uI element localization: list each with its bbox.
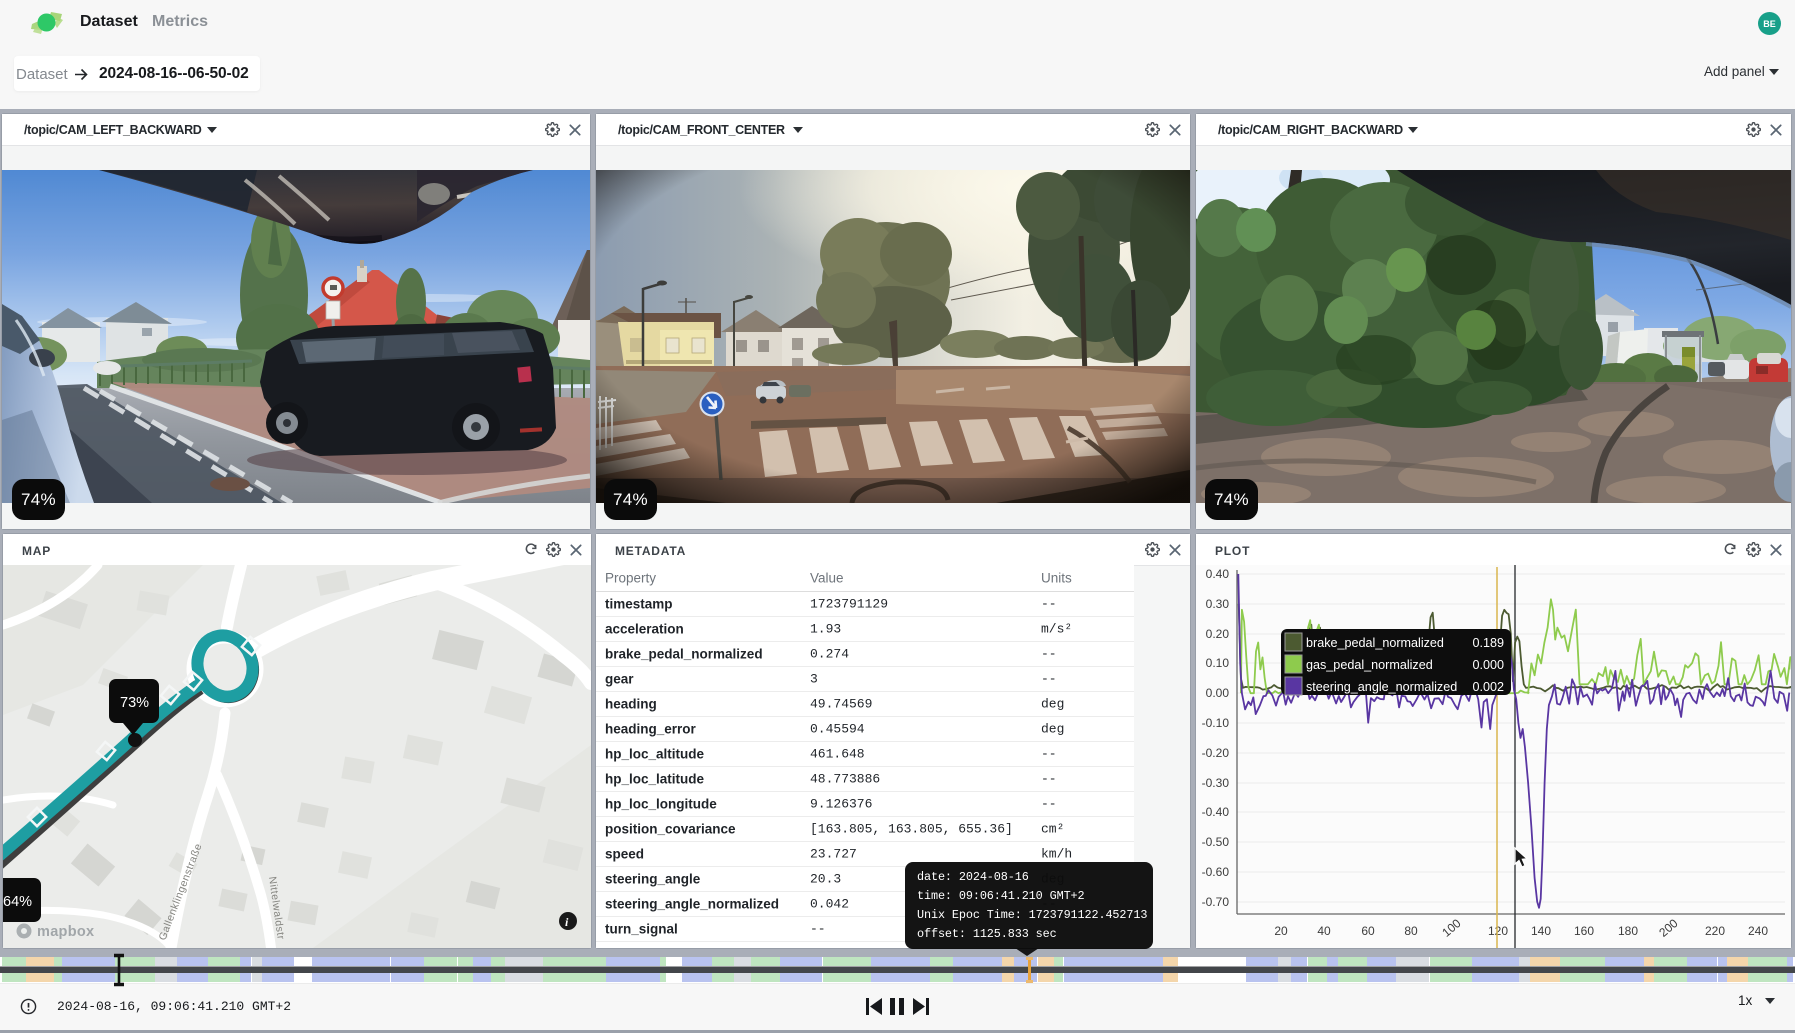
svg-text:0.40: 0.40 (1206, 567, 1230, 581)
svg-text:mapbox: mapbox (37, 924, 94, 940)
svg-text:0.00: 0.00 (1206, 686, 1230, 700)
svg-text:-0.40: -0.40 (1202, 805, 1230, 819)
svg-text:-0.30: -0.30 (1202, 776, 1230, 790)
svg-text:-0.10: -0.10 (1202, 716, 1230, 730)
svg-text:0.20: 0.20 (1206, 627, 1230, 641)
svg-text:160: 160 (1574, 924, 1594, 938)
svg-text:gas_pedal_normalized: gas_pedal_normalized (1306, 658, 1433, 672)
svg-text:steering_angle_normalized: steering_angle_normalized (1306, 680, 1457, 694)
svg-text:brake_pedal_normalized: brake_pedal_normalized (1306, 636, 1444, 650)
svg-text:40: 40 (1317, 924, 1331, 938)
svg-text:-0.60: -0.60 (1202, 865, 1230, 879)
svg-text:73%: 73% (120, 695, 149, 711)
svg-text:-0.50: -0.50 (1202, 835, 1230, 849)
svg-text:-0.70: -0.70 (1202, 895, 1230, 909)
svg-text:64%: 64% (3, 894, 32, 910)
svg-text:-0.20: -0.20 (1202, 746, 1230, 760)
svg-text:80: 80 (1404, 924, 1418, 938)
svg-text:20: 20 (1274, 924, 1288, 938)
svg-text:120: 120 (1488, 924, 1508, 938)
svg-text:180: 180 (1618, 924, 1638, 938)
svg-text:0.002: 0.002 (1472, 680, 1504, 694)
svg-text:240: 240 (1748, 924, 1768, 938)
svg-text:220: 220 (1705, 924, 1725, 938)
svg-text:60: 60 (1361, 924, 1375, 938)
svg-text:0.30: 0.30 (1206, 597, 1230, 611)
svg-text:0.000: 0.000 (1472, 658, 1504, 672)
svg-text:0.10: 0.10 (1206, 656, 1230, 670)
svg-text:140: 140 (1531, 924, 1551, 938)
svg-text:0.189: 0.189 (1472, 636, 1504, 650)
